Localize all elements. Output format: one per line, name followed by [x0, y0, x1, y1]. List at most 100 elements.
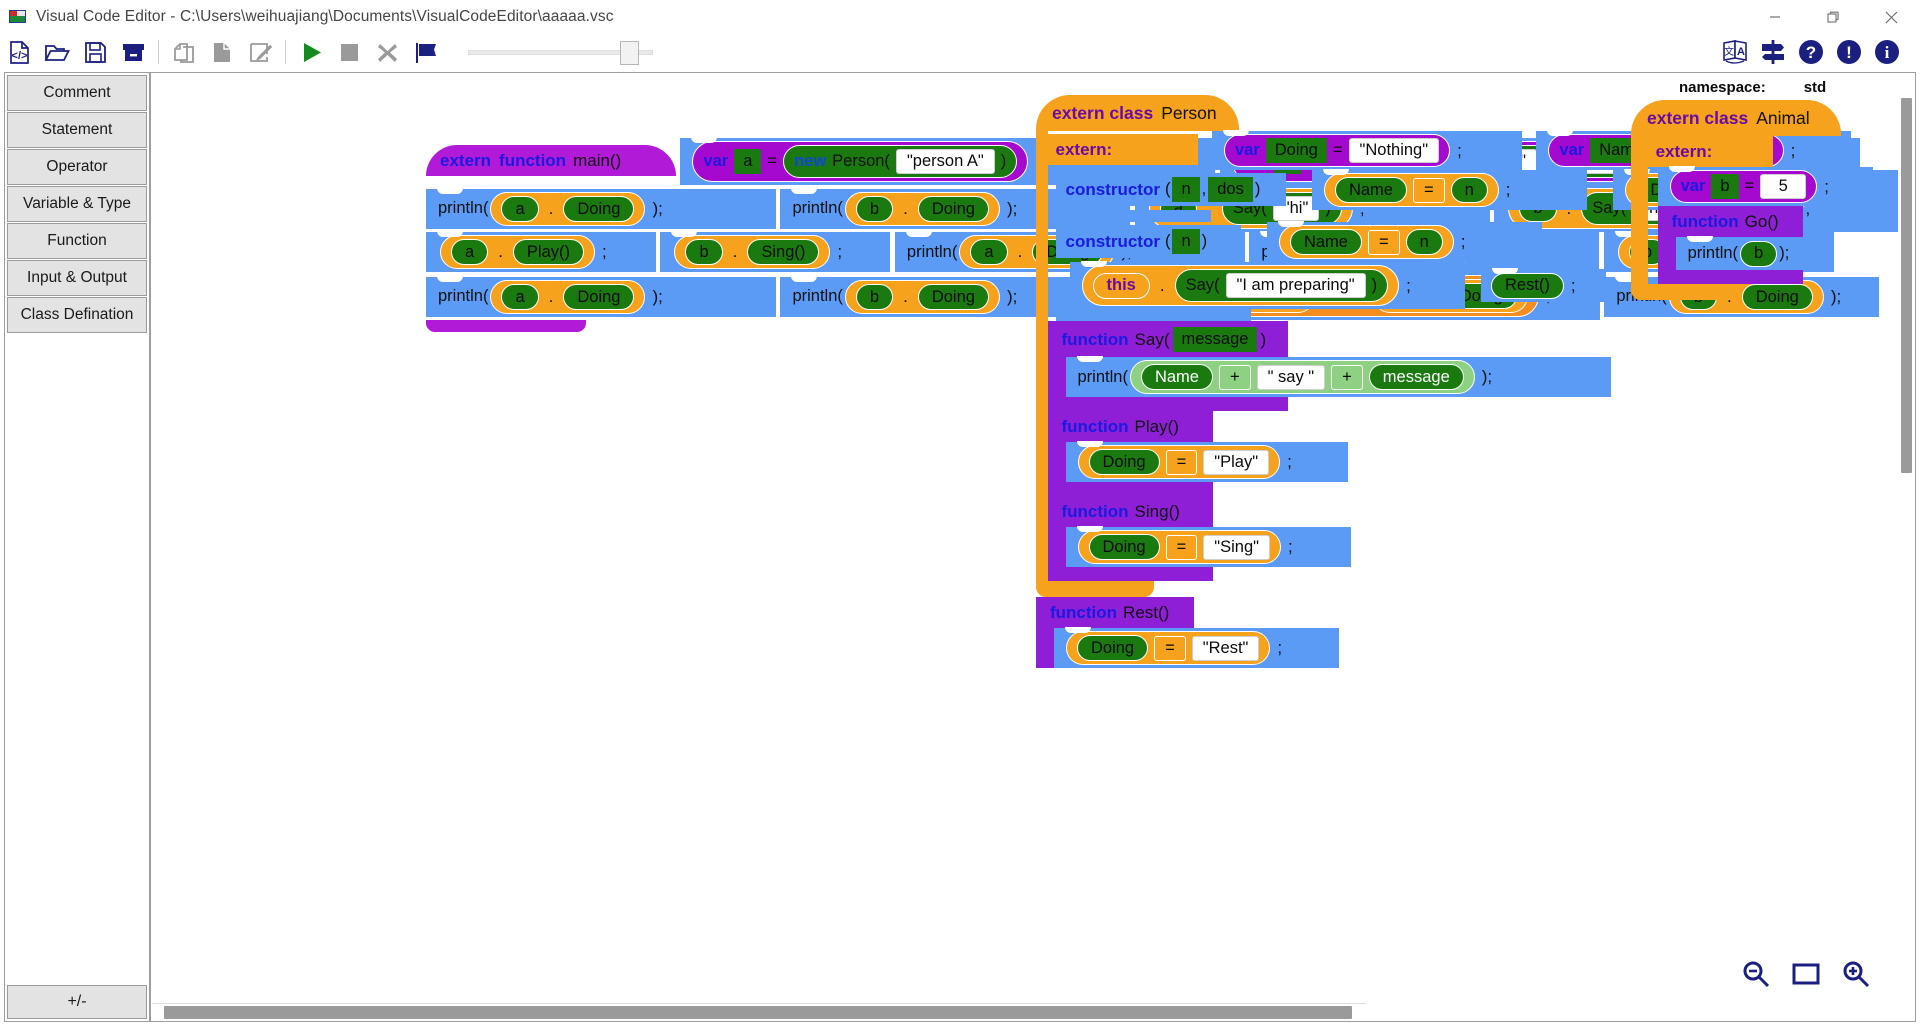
concat-literal[interactable]: " say " — [1256, 364, 1326, 390]
assign-op[interactable]: = — [1165, 534, 1198, 560]
method-sing[interactable]: Sing() — [747, 239, 820, 265]
stmt-println-a-doing-3[interactable]: println( a . Doing ); — [426, 275, 776, 317]
assign-target[interactable]: Name — [1334, 177, 1407, 203]
assign-op[interactable]: = — [1154, 635, 1186, 661]
copy-icon[interactable] — [165, 35, 203, 69]
info-icon[interactable]: i — [1868, 35, 1906, 69]
object-a[interactable]: a — [970, 239, 1008, 266]
var-declaration-b[interactable]: var b = 5 — [1669, 170, 1818, 203]
object-a[interactable]: a — [451, 239, 489, 265]
vertical-scroll-thumb[interactable] — [1901, 98, 1912, 473]
string-concat-expression[interactable]: Name + " say " + message — [1129, 360, 1475, 394]
say-call[interactable]: Say( "I am preparing" ) — [1174, 269, 1389, 302]
object-a[interactable]: a — [501, 283, 539, 310]
animal-extern-section[interactable]: extern: — [1647, 136, 1773, 167]
stop-icon[interactable] — [330, 35, 368, 69]
assign-op[interactable]: = — [1367, 229, 1400, 255]
member-access-a-doing[interactable]: a . Doing — [490, 191, 646, 226]
say-arg[interactable]: "I am preparing" — [1225, 273, 1366, 298]
zoom-slider[interactable] — [468, 37, 653, 67]
concat-operand-name[interactable]: Name — [1140, 364, 1213, 390]
close-x-icon[interactable] — [368, 35, 406, 69]
member-access-b-doing[interactable]: b . Doing — [844, 279, 1000, 314]
person-method-play[interactable]: function Play() Doing = "Play" ; — [1047, 411, 1916, 496]
member-doing[interactable]: Doing — [563, 283, 635, 310]
signpost-icon[interactable] — [1754, 35, 1792, 69]
stmt-a-play[interactable]: a . Play() ; — [426, 231, 656, 272]
sidebar-item-comment[interactable]: Comment — [7, 75, 147, 111]
sidebar-collapse-toggle[interactable]: +/- — [7, 985, 147, 1019]
play-header[interactable]: function Play() — [1047, 411, 1213, 442]
translate-icon[interactable]: 文 A — [1716, 35, 1754, 69]
paste-icon[interactable] — [203, 35, 241, 69]
sidebar-item-input-output[interactable]: Input & Output — [7, 260, 147, 296]
member-doing[interactable]: Doing — [563, 195, 635, 222]
zoom-slider-thumb[interactable] — [620, 41, 639, 65]
assign-target[interactable]: Doing — [1088, 449, 1160, 475]
stmt-b-sing[interactable]: b . Sing() ; — [660, 231, 891, 272]
main-function-header[interactable]: extern function main() — [426, 145, 676, 176]
assignment-doing-sing[interactable]: Doing = "Sing" — [1077, 530, 1282, 564]
zoom-out-icon[interactable] — [1741, 959, 1771, 989]
say-header[interactable]: function Say( message ) — [1047, 321, 1288, 357]
member-access-b-doing[interactable]: b . Doing — [844, 191, 1000, 226]
run-icon[interactable] — [292, 35, 330, 69]
object-a[interactable]: a — [501, 195, 539, 222]
animal-class-header[interactable]: extern class Animal — [1631, 100, 1841, 136]
assign-target[interactable]: Name — [1289, 229, 1362, 255]
field-declaration-doing[interactable]: var Doing = "Nothing" — [1223, 134, 1451, 167]
member-access-a-doing[interactable]: a . Doing — [490, 279, 646, 314]
archive-icon[interactable] — [114, 35, 152, 69]
warning-icon[interactable]: ! — [1830, 35, 1868, 69]
sidebar-item-operator[interactable]: Operator — [7, 149, 147, 185]
assign-value[interactable]: n — [1450, 177, 1488, 203]
horizontal-scroll-thumb[interactable] — [164, 1006, 1352, 1019]
stmt-field-doing[interactable]: var Doing = "Nothing" ; — [1211, 130, 1522, 170]
vertical-scrollbar[interactable] — [1898, 74, 1914, 1021]
edit-icon[interactable] — [241, 35, 279, 69]
object-b[interactable]: b — [855, 195, 894, 222]
member-doing[interactable]: Doing — [917, 283, 989, 310]
assign-value[interactable]: "Play" — [1203, 449, 1270, 475]
minimize-button[interactable] — [1746, 0, 1804, 34]
new-person-expression-a[interactable]: new Person( "person A" ) — [783, 145, 1018, 178]
go-header[interactable]: function Go() — [1657, 206, 1803, 237]
sidebar-item-class-defination[interactable]: Class Defination — [7, 297, 147, 333]
stmt-ctor1-name-assign[interactable]: Name = n ; — [1311, 169, 1587, 210]
help-icon[interactable]: ? — [1792, 35, 1830, 69]
save-icon[interactable] — [76, 35, 114, 69]
block-canvas[interactable]: extern function main() var a = new Perso… — [150, 72, 1916, 1022]
stmt-ctor2-name-assign[interactable]: Name = n ; — [1266, 221, 1542, 262]
method-play[interactable]: Play() — [512, 239, 585, 265]
stmt-sing-assign[interactable]: Doing = "Sing" ; — [1065, 526, 1351, 567]
assign-target[interactable]: Doing — [1077, 635, 1149, 661]
object-b[interactable]: b — [855, 283, 894, 310]
stmt-ctor2-rest[interactable]: Rest() ; — [1480, 268, 1606, 302]
stmt-animal-var-b[interactable]: var b = 5 ; — [1657, 166, 1873, 206]
assignment-doing-rest[interactable]: Doing = "Rest" — [1066, 631, 1271, 665]
concat-operand-message[interactable]: message — [1368, 364, 1464, 390]
stmt-go-println[interactable]: println( b ); — [1675, 236, 1831, 270]
person-method-say[interactable]: function Say( message ) println( Name + — [1047, 321, 1916, 411]
call-a-play[interactable]: a . Play() — [440, 235, 596, 269]
field-name-doing[interactable]: Doing — [1265, 138, 1327, 163]
person-class-header[interactable]: extern class Person — [1036, 95, 1239, 131]
assignment-doing-play[interactable]: Doing = "Play" — [1077, 445, 1281, 479]
concat-plus-1[interactable]: + — [1218, 364, 1251, 390]
stmt-rest-assign[interactable]: Doing = "Rest" ; — [1054, 627, 1339, 668]
person-a-arg[interactable]: "person A" — [895, 149, 995, 174]
assign-op[interactable]: = — [1165, 449, 1198, 475]
ctor1-param-dos[interactable]: dos — [1208, 177, 1253, 203]
assign-value[interactable]: "Rest" — [1191, 635, 1260, 661]
close-button[interactable] — [1862, 0, 1920, 34]
assign-target[interactable]: Doing — [1088, 534, 1160, 560]
assign-value[interactable]: "Sing" — [1203, 534, 1271, 560]
kw-this[interactable]: this — [1092, 272, 1150, 299]
assignment-name[interactable]: Name = n — [1323, 173, 1499, 207]
open-folder-icon[interactable] — [38, 35, 76, 69]
var-declaration-a[interactable]: var a = new Person( "person A" ) — [692, 141, 1029, 182]
assignment-name[interactable]: Name = n — [1278, 225, 1454, 259]
animal-method-go[interactable]: function Go() println( b ); — [1657, 206, 1915, 284]
sidebar-item-statement[interactable]: Statement — [7, 112, 147, 148]
ctor1-header[interactable]: constructor ( n , dos ) — [1055, 173, 1286, 207]
